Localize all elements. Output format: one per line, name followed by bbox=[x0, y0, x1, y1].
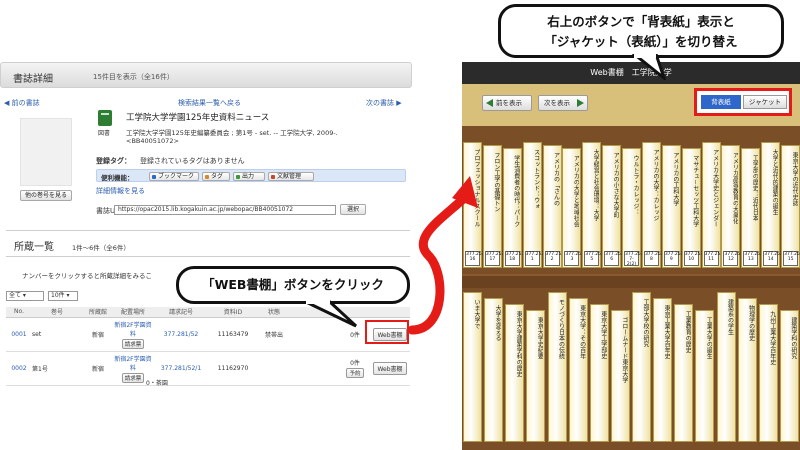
red-pointer-arrow bbox=[407, 176, 478, 335]
